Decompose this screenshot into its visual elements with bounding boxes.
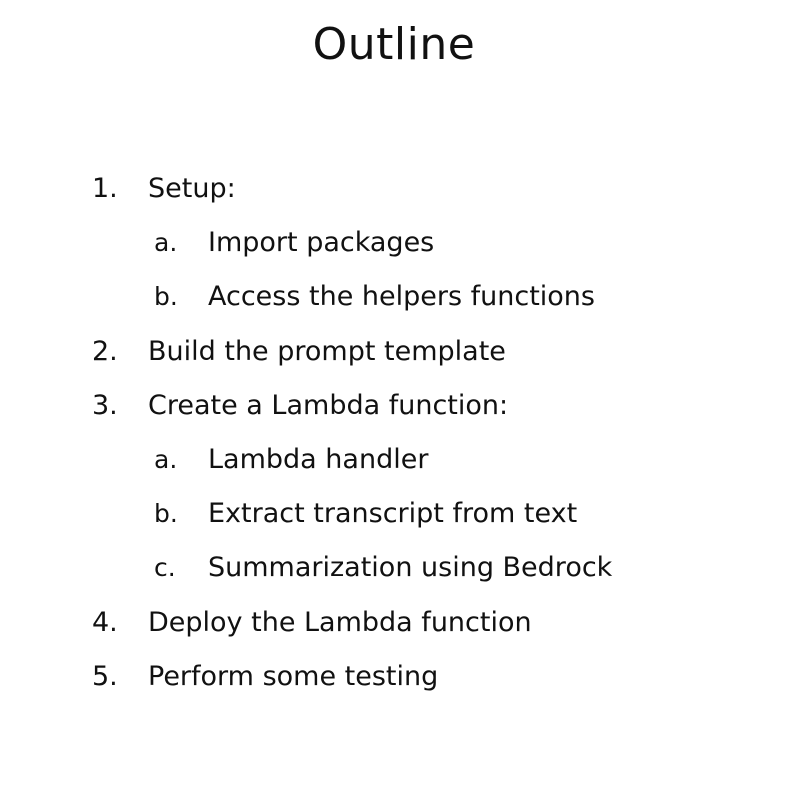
item-text: Deploy the Lambda function (148, 606, 532, 638)
outline-subitem: b. Access the helpers functions (0, 270, 788, 324)
item-marker: 4. (92, 606, 118, 638)
item-marker: 5. (92, 660, 118, 692)
item-text: Create a Lambda function: (148, 389, 509, 421)
slide: Outline 1. Setup: a. Import packages b. … (0, 0, 788, 792)
outline-item: 3. Create a Lambda function: (0, 379, 788, 433)
subitem-marker: b. (154, 499, 178, 529)
item-text: Perform some testing (148, 660, 439, 692)
subitem-marker: a. (154, 228, 178, 258)
item-marker: 3. (92, 389, 118, 421)
outline-item: 1. Setup: (0, 162, 788, 216)
subitem-text: Summarization using Bedrock (208, 552, 613, 584)
subitem-text: Access the helpers functions (208, 281, 595, 313)
outline-item: 5. Perform some testing (0, 650, 788, 704)
subitem-marker: a. (154, 444, 178, 474)
outline-item: 2. Build the prompt template (0, 325, 788, 379)
outline-list: 1. Setup: a. Import packages b. Access t… (0, 162, 788, 704)
slide-title: Outline (312, 19, 476, 70)
outline-item: 4. Deploy the Lambda function (0, 596, 788, 650)
item-text: Build the prompt template (148, 335, 506, 367)
subitem-text: Lambda handler (208, 443, 429, 475)
outline-subitem: a. Import packages (0, 216, 788, 270)
item-text: Setup: (148, 173, 236, 204)
subitem-marker: c. (154, 553, 176, 583)
outline-subitem: a. Lambda handler (0, 433, 788, 487)
outline-subitem: b. Extract transcript from text (0, 487, 788, 541)
outline-subitem: c. Summarization using Bedrock (0, 541, 788, 595)
subitem-text: Extract transcript from text (208, 498, 578, 530)
subitem-text: Import packages (208, 227, 435, 259)
subitem-marker: b. (154, 282, 178, 312)
item-marker: 2. (92, 335, 118, 367)
item-marker: 1. (92, 173, 118, 204)
